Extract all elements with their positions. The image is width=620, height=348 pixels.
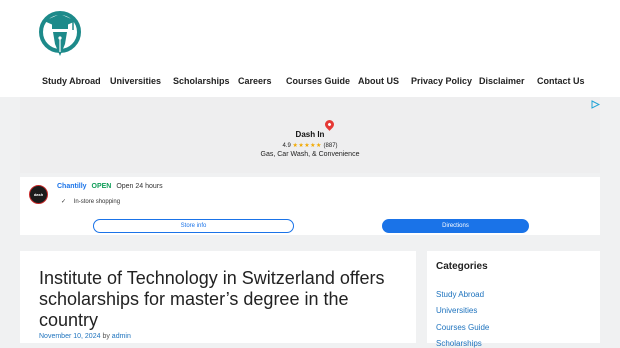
article-title[interactable]: Institute of Technology in Switzerland o…	[39, 268, 409, 331]
nav-scholarships[interactable]: Scholarships	[173, 76, 230, 86]
category-courses-guide[interactable]: Courses Guide	[436, 323, 489, 332]
nav-contact-us[interactable]: Contact Us	[537, 76, 585, 86]
star-rating-icon: ★★★★★	[292, 143, 322, 149]
service-row: ✓ In-store shopping	[61, 198, 120, 205]
main-nav: Study Abroad Universities Scholarships C…	[0, 70, 620, 96]
rating-value: 4.9	[282, 143, 291, 149]
site-logo-icon[interactable]	[38, 8, 82, 58]
nav-study-abroad[interactable]: Study Abroad	[42, 76, 101, 86]
open-status-badge: OPEN	[91, 183, 112, 190]
article-card: Institute of Technology in Switzerland o…	[20, 251, 416, 343]
category-universities[interactable]: Universities	[436, 306, 477, 315]
nav-universities[interactable]: Universities	[110, 76, 161, 86]
check-icon: ✓	[61, 199, 67, 205]
ad-banner[interactable]: Dash In 4.9 ★★★★★ (887) Gas, Car Wash, &…	[20, 97, 600, 173]
sidebar-title: Categories	[436, 261, 488, 272]
article-by: by	[102, 333, 110, 340]
nav-privacy-policy[interactable]: Privacy Policy	[411, 76, 472, 86]
location-name[interactable]: Chantilly	[57, 183, 87, 190]
category-study-abroad[interactable]: Study Abroad	[436, 290, 484, 299]
map-pin-icon	[323, 118, 336, 131]
category-scholarships[interactable]: Scholarships	[436, 339, 482, 348]
article-author[interactable]: admin	[112, 333, 131, 340]
location-hours: Open 24 hours	[116, 183, 163, 190]
ad-rating: 4.9 ★★★★★ (887)	[20, 142, 600, 149]
sidebar-categories: Categories Study Abroad Universities Cou…	[427, 251, 600, 348]
ad-choices-icon[interactable]	[591, 100, 601, 109]
store-info-button[interactable]: Store info	[93, 219, 294, 233]
directions-button[interactable]: Directions	[382, 219, 529, 233]
ad-location-card[interactable]: dash Chantilly OPEN Open 24 hours ✓ In-s…	[20, 177, 600, 235]
ad-brand-name: Dash In	[295, 130, 325, 139]
article-meta: November 10, 2024 by admin	[39, 333, 131, 340]
nav-disclaimer[interactable]: Disclaimer	[479, 76, 525, 86]
nav-courses-guide[interactable]: Courses Guide	[286, 76, 350, 86]
advertisement[interactable]: Dash In 4.9 ★★★★★ (887) Gas, Car Wash, &…	[20, 97, 601, 237]
nav-careers[interactable]: Careers	[238, 76, 272, 86]
service-label: In-store shopping	[73, 199, 121, 205]
ad-tagline: Gas, Car Wash, & Convenience	[260, 151, 360, 158]
site-header: Study Abroad Universities Scholarships C…	[0, 0, 620, 97]
review-count: (887)	[323, 143, 338, 149]
location-row: Chantilly OPEN Open 24 hours	[57, 183, 163, 190]
nav-about-us[interactable]: About US	[358, 76, 399, 86]
dash-in-logo: dash	[29, 185, 48, 204]
article-date[interactable]: November 10, 2024	[39, 333, 100, 340]
